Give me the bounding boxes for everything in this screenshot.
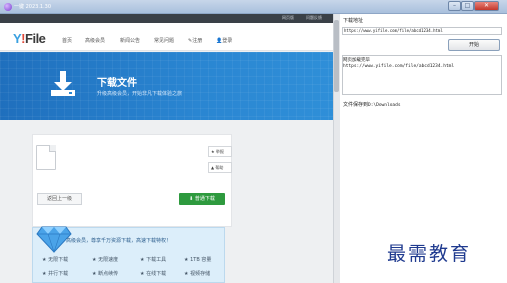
star-icon: ★: [140, 271, 145, 277]
app-icon: [4, 3, 12, 11]
nav-register-label: 注册: [192, 38, 203, 44]
vip-feature: ★ 断点续传: [92, 270, 118, 277]
title-bar: 一键 2023.1.30 – □ ✕: [0, 0, 507, 14]
nav-home[interactable]: 首页: [62, 37, 72, 44]
nav-faq[interactable]: 常见问题: [154, 37, 174, 44]
maximize-button[interactable]: □: [461, 1, 474, 11]
vip-feature: ★ 无限速度: [92, 256, 118, 263]
vip-feature: ★ 下载工具: [140, 256, 166, 263]
download-small-icon: ⬇: [189, 196, 194, 202]
report-button[interactable]: ★ 举报: [208, 146, 232, 157]
vip-feature-label: 1TB 容量: [190, 257, 212, 263]
vip-feature-label: 断点续传: [98, 271, 119, 277]
star-icon: ★: [42, 257, 47, 263]
start-button[interactable]: 开始: [448, 39, 500, 51]
logo-text: File: [25, 31, 46, 46]
star-icon: ★: [92, 271, 97, 277]
vip-feature-label: 并行下载: [48, 271, 69, 277]
nav-news[interactable]: 新闻公告: [120, 37, 140, 44]
watermark-text: 最需教育: [387, 243, 472, 265]
download-banner: 下载文件 升级高级会员，开始非凡下载体验之旅: [0, 52, 333, 120]
star-icon: ★: [92, 257, 97, 263]
star-icon: ★: [42, 271, 47, 277]
vip-feature-label: 无限下载: [48, 257, 69, 263]
banner-subtitle: 升级高级会员，开始非凡下载体验之旅: [97, 91, 183, 97]
parse-status-url: https://www.yifile.com/file/abcd1234.htm…: [343, 64, 455, 69]
nav-login[interactable]: 👤登录: [216, 37, 232, 44]
site-logo[interactable]: Y!File: [13, 31, 46, 46]
site-navbar: Y!File 首页 高级会员 新闻公告 常见问题 ✎注册 👤登录: [0, 23, 333, 51]
save-path-label: 文件保存到: [343, 102, 369, 108]
diamond-icon: [36, 226, 72, 253]
help-button[interactable]: ▲ 帮助: [208, 162, 232, 173]
download-icon: [51, 71, 75, 96]
parse-status-label: 网页加载完毕: [343, 58, 370, 63]
top-link-web[interactable]: 网页版: [282, 15, 294, 21]
download-url-input[interactable]: https://www.yifile.com/file/abcd1234.htm…: [342, 27, 502, 35]
vip-title: 高级会员，尊享千万资源下载，高速下载特权！: [66, 238, 172, 244]
nav-login-label: 登录: [222, 38, 233, 44]
vip-feature: ★ 并行下载: [42, 270, 68, 277]
top-link-feedback[interactable]: 问题反馈: [306, 15, 322, 21]
star-icon: ★: [211, 149, 215, 154]
report-label: 举报: [215, 149, 224, 154]
vip-feature: ★ 无限下载: [42, 256, 68, 263]
download-button-label: 普通下载: [194, 196, 215, 202]
star-icon: ★: [184, 271, 189, 277]
window-title: 一键 2023.1.30: [14, 4, 52, 10]
file-card: [32, 134, 232, 227]
star-icon: ★: [184, 257, 189, 263]
star-icon: ★: [140, 257, 145, 263]
vip-feature-label: 下载工具: [146, 257, 167, 263]
nav-vip[interactable]: 高级会员: [85, 37, 105, 44]
vip-feature-label: 视频存储: [190, 271, 211, 277]
back-button[interactable]: 返回上一级: [37, 193, 82, 205]
download-button[interactable]: ⬇ 普通下载: [179, 193, 225, 205]
nav-register[interactable]: ✎注册: [188, 37, 202, 44]
save-path-line: 文件保存到D:\Downloads: [343, 101, 401, 108]
vip-feature-label: 无限速度: [98, 257, 119, 263]
help-label: 帮助: [215, 165, 224, 170]
vip-feature: ★ 在线下载: [140, 270, 166, 277]
warning-icon: ▲: [211, 165, 215, 170]
logo-y: Y: [13, 31, 22, 46]
vip-feature: ★ 1TB 容量: [184, 256, 211, 263]
close-button[interactable]: ✕: [474, 1, 499, 11]
site-top-strip: 网页版 问题反馈: [0, 14, 333, 23]
banner-title: 下载文件: [97, 78, 137, 89]
file-icon: [36, 145, 56, 170]
vip-feature-label: 在线下载: [146, 271, 167, 277]
save-path-value: D:\Downloads: [368, 103, 401, 108]
scrollbar-thumb[interactable]: [334, 20, 339, 92]
minimize-button[interactable]: –: [448, 1, 461, 11]
download-url-label: 下载地址: [343, 18, 364, 24]
vip-feature: ★ 视频存储: [184, 270, 210, 277]
